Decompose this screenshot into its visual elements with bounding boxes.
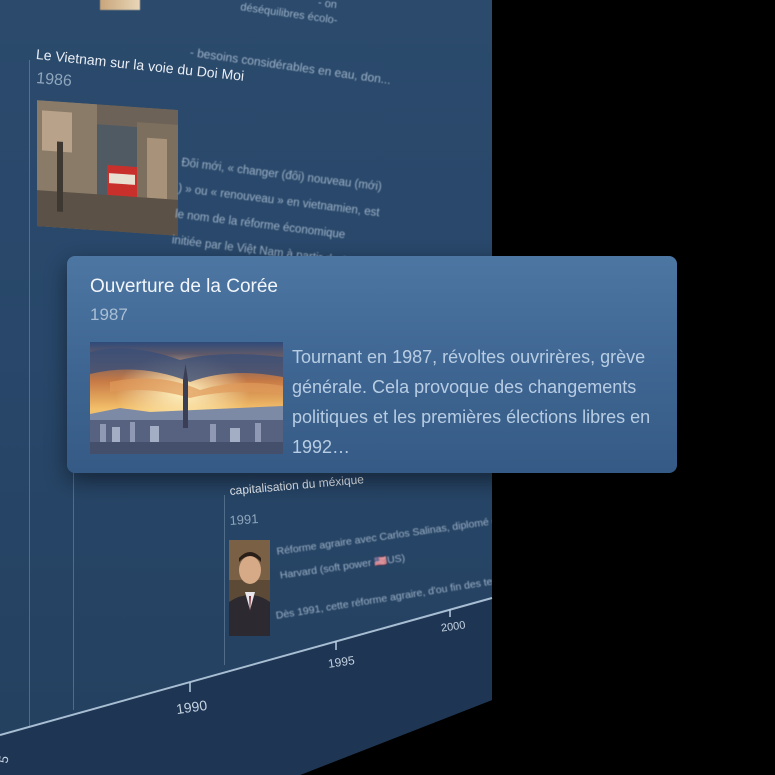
event-tooltip-card[interactable]: Ouverture de la Corée 1987 Tournant en 1…	[67, 256, 677, 473]
avatar	[229, 540, 270, 636]
timeline-guide-line	[224, 495, 225, 665]
event-year: 1991	[229, 510, 259, 528]
timeline-guide-line	[29, 60, 30, 775]
tooltip-image	[90, 342, 283, 454]
event-thumbnail	[100, 0, 140, 10]
event-text-line: - on	[317, 0, 338, 12]
portrait-thumbnail	[229, 540, 270, 636]
event-description: Réforme agraire avec Carlos Salinas, dip…	[275, 508, 492, 587]
tooltip-year: 1987	[90, 305, 128, 324]
axis-tick-label: 5	[0, 754, 12, 765]
tooltip-description: Tournant en 1987, révoltes ouvrirères, g…	[292, 347, 651, 457]
tooltip-title: Ouverture de la Corée	[90, 276, 278, 297]
timeline-guide-line	[73, 470, 74, 710]
street-photo-thumbnail	[37, 100, 178, 236]
event-year: 1986	[35, 70, 73, 91]
city-skyline-thumbnail	[90, 342, 283, 454]
event-thumbnail	[37, 100, 178, 236]
event-title: capitalisation du méxique	[229, 472, 365, 498]
